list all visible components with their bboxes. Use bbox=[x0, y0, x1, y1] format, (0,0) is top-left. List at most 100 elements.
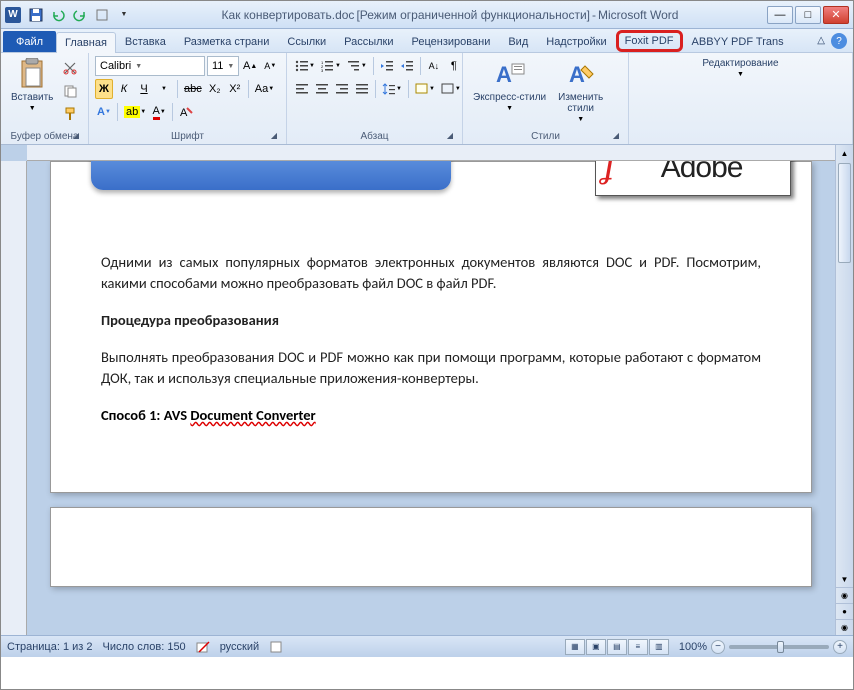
tab-view[interactable]: Вид bbox=[499, 31, 537, 52]
view-full-screen[interactable]: ▣ bbox=[586, 639, 606, 655]
qat-extra-button[interactable] bbox=[93, 6, 111, 24]
cut-button[interactable] bbox=[61, 58, 79, 78]
help-button[interactable]: ? bbox=[831, 33, 847, 49]
minimize-button[interactable]: — bbox=[767, 6, 793, 24]
editing-button[interactable]: Редактирование ▼ bbox=[698, 56, 782, 80]
styles-dialog-launcher[interactable]: ◢ bbox=[610, 131, 622, 143]
clipboard-dialog-launcher[interactable]: ◢ bbox=[70, 131, 82, 143]
format-painter-button[interactable] bbox=[61, 104, 79, 124]
tab-review[interactable]: Рецензировани bbox=[403, 31, 500, 52]
tab-insert[interactable]: Вставка bbox=[116, 31, 175, 52]
line-spacing-button[interactable]: ▼ bbox=[380, 79, 404, 99]
subscript-button[interactable]: X₂ bbox=[206, 79, 224, 99]
paragraph-method1[interactable]: Способ 1: AVS Document Converter bbox=[101, 405, 761, 426]
status-macro[interactable] bbox=[269, 640, 283, 654]
qat-customize-dropdown[interactable]: ▼ bbox=[115, 6, 133, 24]
zoom-out-button[interactable]: − bbox=[711, 640, 725, 654]
scroll-track[interactable] bbox=[836, 161, 853, 571]
font-name-combo[interactable]: Calibri▼ bbox=[95, 56, 205, 76]
italic-button[interactable]: К bbox=[115, 79, 133, 99]
status-proofing[interactable] bbox=[196, 640, 210, 654]
view-print-layout[interactable]: ▦ bbox=[565, 639, 585, 655]
vertical-scrollbar[interactable]: ▲ ▼ ◉ ● ◉ bbox=[835, 145, 853, 635]
save-button[interactable] bbox=[27, 6, 45, 24]
highlight-button[interactable]: ab▼ bbox=[122, 102, 148, 122]
numbering-button[interactable]: 123▼ bbox=[319, 56, 343, 76]
redo-button[interactable] bbox=[71, 6, 89, 24]
tab-addins[interactable]: Надстройки bbox=[537, 31, 615, 52]
zoom-slider[interactable] bbox=[729, 645, 829, 649]
view-web-layout[interactable]: ▤ bbox=[607, 639, 627, 655]
tab-abbyy[interactable]: ABBYY PDF Trans bbox=[683, 31, 793, 52]
change-case-button[interactable]: Aa▼ bbox=[253, 79, 276, 99]
tab-foxit-pdf[interactable]: Foxit PDF bbox=[616, 30, 683, 52]
status-word-count[interactable]: Число слов: 150 bbox=[103, 641, 186, 653]
change-styles-button[interactable]: A Изменить стили ▼ bbox=[554, 56, 607, 125]
minimize-ribbon-button[interactable]: △ bbox=[817, 35, 825, 46]
strikethrough-button[interactable]: abc bbox=[182, 79, 204, 99]
page-viewport[interactable]: ʝ Adobe Одними из самых популярных форма… bbox=[27, 161, 835, 635]
clear-formatting-button[interactable]: A bbox=[177, 102, 195, 122]
paragraph-intro[interactable]: Одними из самых популярных форматов элек… bbox=[101, 252, 761, 294]
paragraph-dialog-launcher[interactable]: ◢ bbox=[444, 131, 456, 143]
bullets-button[interactable]: ▼ bbox=[293, 56, 317, 76]
scroll-down-button[interactable]: ▼ bbox=[836, 571, 853, 587]
paragraph-desc[interactable]: Выполнять преобразования DOC и PDF можно… bbox=[101, 347, 761, 389]
copy-button[interactable] bbox=[61, 81, 79, 101]
maximize-button[interactable]: □ bbox=[795, 6, 821, 24]
show-marks-button[interactable]: ¶ bbox=[445, 56, 463, 76]
align-left-button[interactable] bbox=[293, 79, 311, 99]
font-size-combo[interactable]: 11▼ bbox=[207, 56, 239, 76]
status-language[interactable]: русский bbox=[220, 641, 259, 653]
font-color-button[interactable]: A▼ bbox=[150, 102, 168, 122]
paste-button[interactable]: Вставить ▼ bbox=[7, 56, 57, 114]
prev-page-button[interactable]: ◉ bbox=[836, 587, 853, 603]
dd-underline[interactable]: ▼ bbox=[155, 79, 173, 99]
shrink-font-button[interactable]: A▼ bbox=[261, 56, 279, 76]
vertical-ruler[interactable] bbox=[1, 161, 27, 635]
tab-home[interactable]: Главная bbox=[56, 32, 116, 53]
decrease-indent-button[interactable] bbox=[378, 56, 396, 76]
superscript-button[interactable]: X² bbox=[226, 79, 244, 99]
bold-button[interactable]: Ж bbox=[95, 79, 113, 99]
paragraph-heading[interactable]: Процедура преобразования bbox=[101, 310, 761, 331]
multilevel-list-button[interactable]: ▼ bbox=[345, 56, 369, 76]
align-center-button[interactable] bbox=[313, 79, 331, 99]
quick-styles-button[interactable]: A Экспресс-стили ▼ bbox=[469, 56, 550, 114]
zoom-slider-handle[interactable] bbox=[777, 641, 784, 653]
view-outline[interactable]: ≡ bbox=[628, 639, 648, 655]
justify-button[interactable] bbox=[353, 79, 371, 99]
paste-label: Вставить bbox=[11, 92, 53, 103]
zoom-level[interactable]: 100% bbox=[679, 641, 707, 653]
tab-page-layout[interactable]: Разметка страни bbox=[175, 31, 279, 52]
view-draft[interactable]: ▥ bbox=[649, 639, 669, 655]
method1-label: Способ 1: AVS bbox=[101, 406, 190, 424]
adobe-text: Adobe bbox=[661, 161, 743, 185]
sort-button[interactable]: A↓ bbox=[425, 56, 443, 76]
text-effects-button[interactable]: A▼ bbox=[95, 102, 113, 122]
browse-object-button[interactable]: ● bbox=[836, 603, 853, 619]
horizontal-ruler[interactable] bbox=[27, 145, 835, 161]
next-page-button[interactable]: ◉ bbox=[836, 619, 853, 635]
align-right-button[interactable] bbox=[333, 79, 351, 99]
zoom-in-button[interactable]: + bbox=[833, 640, 847, 654]
grow-font-button[interactable]: A▲ bbox=[241, 56, 259, 76]
compatibility-mode-label: [Режим ограниченной функциональности] bbox=[356, 8, 590, 22]
tab-mailings[interactable]: Рассылки bbox=[335, 31, 402, 52]
borders-button[interactable]: ▼ bbox=[439, 79, 463, 99]
group-styles-label: Стили bbox=[531, 131, 560, 142]
font-dialog-launcher[interactable]: ◢ bbox=[268, 131, 280, 143]
quick-styles-icon: A bbox=[494, 58, 526, 90]
increase-indent-button[interactable] bbox=[398, 56, 416, 76]
group-clipboard: Вставить ▼ Буфер обмена◢ bbox=[1, 53, 89, 144]
tab-file[interactable]: Файл bbox=[3, 31, 56, 52]
undo-button[interactable] bbox=[49, 6, 67, 24]
status-page[interactable]: Страница: 1 из 2 bbox=[7, 641, 93, 653]
document-body[interactable]: Одними из самых популярных форматов элек… bbox=[51, 252, 811, 492]
close-button[interactable]: ✕ bbox=[823, 6, 849, 24]
shading-button[interactable]: ▼ bbox=[413, 79, 437, 99]
scroll-up-button[interactable]: ▲ bbox=[836, 145, 853, 161]
scroll-thumb[interactable] bbox=[838, 163, 851, 263]
underline-button[interactable]: Ч bbox=[135, 79, 153, 99]
tab-references[interactable]: Ссылки bbox=[278, 31, 335, 52]
